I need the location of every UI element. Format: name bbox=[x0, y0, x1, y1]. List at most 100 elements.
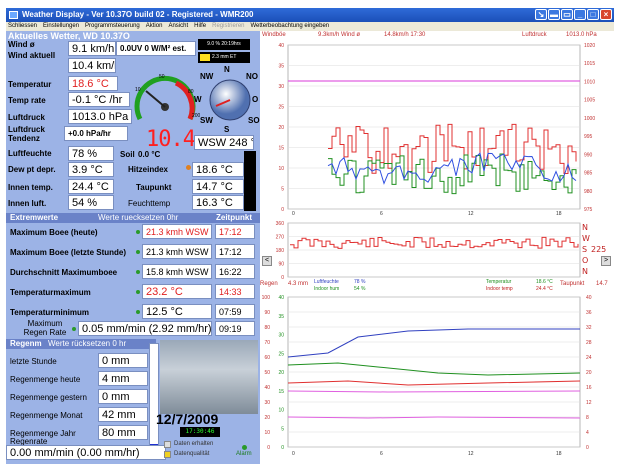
maximize-button[interactable]: □ bbox=[587, 9, 599, 20]
rainrate-value: 0.00 mm/min (0.00 mm/hr) bbox=[6, 445, 166, 460]
feeltemp-value: 16.3 °C bbox=[192, 195, 244, 210]
axis-tick-label: 0 bbox=[586, 445, 589, 451]
menu-close[interactable]: Schliessen bbox=[8, 22, 37, 31]
axis-tick-label: 0 bbox=[281, 445, 284, 451]
ext-label-1: Maximum Boee (letzte Stunde) bbox=[10, 248, 127, 257]
rain-value-0: 0 mm bbox=[98, 353, 148, 368]
wind-pressure-graph: 40 35 30 25 20 15 10 5 0 1020 1015 1010 1005 1000 995 9… bbox=[278, 43, 595, 217]
axis-tick-label: 35 bbox=[278, 64, 284, 70]
extremes-reset[interactable]: Werte ruecksetzen 0hr bbox=[98, 213, 178, 223]
axis-tick-label: 20 bbox=[586, 370, 592, 376]
compass-nw: NW bbox=[200, 72, 214, 81]
axis-tick-label: 0 bbox=[281, 207, 284, 213]
humidity-label: Luftfeuchte bbox=[8, 149, 52, 158]
axis-tick-label: 90 bbox=[264, 310, 270, 316]
menu-view[interactable]: Ansicht bbox=[168, 22, 188, 31]
tendency-label: Luftdruck Tendenz bbox=[8, 125, 45, 143]
menu-register[interactable]: Registrieren bbox=[212, 22, 244, 31]
menu-observation[interactable]: Wetterbeobachtung eingeben bbox=[251, 22, 330, 31]
compass-no: NO bbox=[246, 72, 258, 81]
help-icon[interactable]: ↘ bbox=[535, 9, 547, 20]
sky-webcam-image bbox=[160, 340, 258, 414]
axis-tick-label: 50 bbox=[264, 370, 270, 376]
svg-text:80: 80 bbox=[188, 89, 194, 95]
data-received-checkbox[interactable] bbox=[164, 441, 171, 448]
axis-tick-label: 30 bbox=[278, 84, 284, 90]
menu-program-control[interactable]: Programmsteuerung bbox=[85, 22, 140, 31]
axis-tick-label: 0 bbox=[267, 445, 270, 451]
extremes-time-header: Zeitpunkt bbox=[216, 213, 252, 222]
status-dot-icon bbox=[136, 270, 140, 274]
rain-label-3: Regenmenge Monat bbox=[10, 411, 83, 420]
extremes-header-bar: Extremwerte Werte ruecksetzen 0hr Zeitpu… bbox=[6, 213, 260, 223]
minimize-button[interactable]: _ bbox=[574, 9, 586, 20]
rain-label-2: Regenmenge gestern bbox=[10, 393, 87, 402]
x-tick-label: 12 bbox=[468, 451, 474, 457]
dir-current-value: 225 bbox=[591, 245, 607, 254]
wind-now-value: 10.4 km/h bbox=[68, 58, 116, 73]
current-clock: 17:30:46 bbox=[180, 427, 220, 437]
dew-depr-value: 3.9 °C bbox=[68, 162, 114, 177]
status-dot-icon bbox=[136, 230, 140, 234]
dewpoint-label: Taupunkt bbox=[136, 183, 172, 192]
temp-label: Temperatur bbox=[8, 80, 52, 89]
toolbar-icon[interactable]: ▬ bbox=[548, 9, 560, 20]
axis-tick-label: 24 bbox=[586, 355, 592, 361]
axis-tick-label: 25 bbox=[278, 105, 284, 111]
soil-value: 0.0 °C bbox=[138, 150, 161, 159]
intemp-label: Innen temp. bbox=[8, 183, 53, 192]
axis-tick-label: 30 bbox=[278, 333, 284, 339]
current-weather-panel: Aktuelles Wetter, WD 10.37O Wind ø Wind … bbox=[6, 31, 260, 464]
bottom-temp-label: Temperatur bbox=[486, 279, 512, 285]
status-dot-icon bbox=[136, 310, 140, 314]
bottom-rain-label: Regen bbox=[260, 281, 278, 287]
rainrate-max-label: Maximum Regen Rate bbox=[23, 319, 67, 337]
et-indicator bbox=[200, 54, 210, 61]
compass-n: N bbox=[224, 65, 230, 74]
wind-direction-value: WSW 248 ° bbox=[194, 135, 254, 150]
axis-tick-label: 10 bbox=[264, 430, 270, 436]
axis-tick-label: 8 bbox=[586, 415, 589, 421]
graph-wind-value: 9.3km/h Wind ø bbox=[318, 32, 361, 38]
restore-icon[interactable]: ▭ bbox=[561, 9, 573, 20]
menu-help[interactable]: Hilfe bbox=[194, 22, 206, 31]
axis-tick-label: 985 bbox=[584, 171, 593, 177]
rain-reset[interactable]: Werte rücksetzen 0 hr bbox=[48, 339, 126, 349]
status-dot-icon bbox=[72, 327, 76, 331]
axis-tick-label: 35 bbox=[278, 314, 284, 320]
ext-label-2: Durchschnitt Maximumboee bbox=[10, 268, 118, 277]
bottom-rain-value: 4.3 mm bbox=[288, 281, 309, 287]
axis-tick-label: 80 bbox=[264, 325, 270, 331]
x-tick-label: 6 bbox=[380, 451, 383, 457]
rain-value-1: 4 mm bbox=[98, 371, 148, 386]
axis-tick-label: 12 bbox=[586, 400, 592, 406]
axis-tick-label: 100 bbox=[262, 295, 271, 301]
axis-tick-label: 16 bbox=[586, 385, 592, 391]
ext-value-2: 15.8 kmh WSW bbox=[142, 264, 212, 279]
graph-press-label: Luftdruck bbox=[522, 32, 547, 38]
axis-tick-label: 10 bbox=[278, 408, 284, 414]
ext-label-3: Temperaturmaximum bbox=[10, 288, 91, 297]
rain-value-4: 80 mm bbox=[98, 425, 148, 440]
temprate-value: -0.1 °C /hr bbox=[68, 92, 130, 107]
bottom-inhum-label: Indoor hum bbox=[314, 286, 340, 292]
axis-tick-label: 40 bbox=[586, 295, 592, 301]
dir-label-w: W bbox=[582, 234, 590, 243]
ext-value-0: 21.3 kmh WSW bbox=[142, 224, 212, 239]
bottom-dew-label: Taupunkt bbox=[560, 281, 585, 287]
axis-tick-label: 30 bbox=[264, 400, 270, 406]
menu-settings[interactable]: Einstellungen bbox=[43, 22, 79, 31]
x-tick-label: 0 bbox=[292, 451, 295, 457]
axis-tick-label: 975 bbox=[584, 207, 593, 213]
bottom-temp-value: 18.6 °C bbox=[536, 279, 553, 285]
close-button[interactable]: × bbox=[600, 9, 612, 20]
et-box: 2.3 mm ET bbox=[198, 52, 250, 63]
rain-header-bar: Regenm Werte rücksetzen 0 hr bbox=[6, 339, 156, 349]
x-tick-label: 12 bbox=[468, 211, 474, 217]
menu-action[interactable]: Aktion bbox=[146, 22, 163, 31]
wind-avg-value: 9.1 km/h bbox=[68, 41, 116, 56]
x-tick-label: 18 bbox=[556, 211, 562, 217]
heat-index-label: Hitzeindex bbox=[128, 165, 169, 174]
compass-o: O bbox=[252, 95, 259, 104]
ext-time-2: 16:22 bbox=[215, 264, 255, 279]
